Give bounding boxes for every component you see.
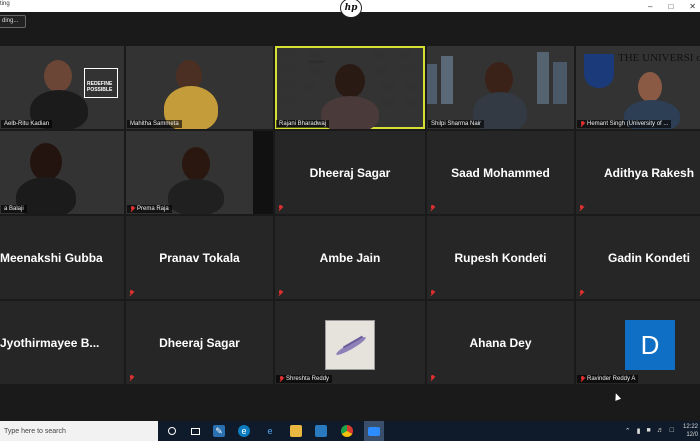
participant-tile[interactable]: Meenakshi Gubba	[0, 216, 124, 299]
zoom-meeting-window: ting – □ ✕ ding... hp REDEFINE POSSIBLE …	[0, 0, 700, 441]
close-icon[interactable]: ✕	[689, 2, 696, 11]
chrome-icon[interactable]	[341, 425, 353, 437]
muted-icon	[129, 375, 134, 381]
university-crest	[584, 54, 614, 88]
participant-name: Ambe Jain	[319, 250, 381, 265]
participant-name: Gadin Kondeti	[608, 250, 690, 265]
window-controls: – □ ✕	[648, 0, 696, 12]
participant-name: Adithya Rakesh	[604, 165, 695, 180]
language-icon[interactable]: □	[670, 427, 674, 435]
participant-tile[interactable]: Saad Mohammed	[427, 131, 574, 214]
muted-icon	[129, 290, 134, 296]
meeting-status-chip[interactable]: ding...	[0, 15, 26, 28]
network-icon[interactable]: ■	[647, 427, 651, 435]
participant-tile[interactable]: Ambe Jain	[275, 216, 425, 299]
muted-icon	[430, 290, 435, 296]
participant-name: Shilpi Sharma Nair	[428, 120, 485, 128]
participant-name: Ahana Dey	[469, 335, 532, 350]
participant-name: a Balaji	[1, 205, 27, 213]
participant-name: Pranav Tokala	[159, 250, 240, 265]
store-icon[interactable]	[315, 425, 327, 437]
participant-name: Meenakshi Gubba	[0, 250, 103, 265]
participant-tile[interactable]: Shreshta Reddy	[275, 301, 425, 384]
video-tile[interactable]: REDEFINE POSSIBLE Aelb-Ritu Kadian	[0, 46, 124, 129]
participant-tile[interactable]: Ahana Dey	[427, 301, 574, 384]
participant-tile[interactable]: Adithya Rakesh	[576, 131, 700, 214]
video-tile[interactable]: THE UNIVERSI of ADELAID Hemant Singh (Un…	[576, 46, 700, 129]
banner-text: REDEFINE POSSIBLE	[84, 68, 118, 98]
taskbar-clock[interactable]: 12:22 12/0	[683, 423, 698, 439]
participant-name: Saad Mohammed	[451, 165, 550, 180]
zoom-icon[interactable]	[364, 421, 384, 441]
participant-tile[interactable]: Jyothirmayee B...	[0, 301, 124, 384]
participant-name: Dheeraj Sagar	[159, 335, 240, 350]
profile-picture	[325, 320, 375, 370]
window-title: ting	[0, 1, 10, 7]
edge-icon[interactable]: e	[238, 425, 250, 437]
participant-tile[interactable]: Gadin Kondeti	[576, 216, 700, 299]
muted-icon	[579, 290, 584, 296]
video-tile[interactable]: a Balaji	[0, 131, 124, 214]
windows-taskbar: Type here to search ✎ e e ⌃ ▮ ■ ♬ □ 12:2…	[0, 421, 700, 441]
chevron-up-icon[interactable]: ⌃	[625, 427, 631, 435]
participant-name: Ravinder Reddy A	[577, 375, 639, 383]
video-tile[interactable]: Shilpi Sharma Nair	[427, 46, 574, 129]
file-explorer-icon[interactable]	[290, 425, 302, 437]
mouse-cursor	[612, 392, 622, 401]
system-tray: ⌃ ▮ ■ ♬ □	[625, 427, 674, 435]
battery-icon[interactable]: ▮	[637, 427, 641, 435]
volume-icon[interactable]: ♬	[657, 427, 664, 435]
minimize-icon[interactable]: –	[648, 2, 652, 11]
avatar: D	[625, 320, 675, 370]
backdrop-text: SYDNEY	[309, 59, 326, 64]
participant-name: Rupesh Kondeti	[454, 250, 547, 265]
participant-name: Hemant Singh (University of ...	[577, 120, 672, 128]
participant-name: Shreshta Reddy	[276, 375, 333, 383]
video-tile[interactable]: Mahitha Sammeta	[126, 46, 273, 129]
ie-icon[interactable]: e	[264, 425, 276, 437]
muted-icon	[278, 290, 283, 296]
participant-name: Dheeraj Sagar	[309, 165, 391, 180]
participant-tile[interactable]: Dheeraj Sagar	[126, 301, 273, 384]
muted-icon	[430, 375, 435, 381]
muted-icon	[430, 205, 435, 211]
cortana-icon[interactable]	[166, 425, 178, 437]
video-tile[interactable]: Prema Raja	[126, 131, 273, 214]
participant-name: Prema Raja	[127, 205, 172, 213]
maximize-icon[interactable]: □	[668, 2, 673, 11]
muted-icon	[579, 205, 584, 211]
participant-name: Jyothirmayee B...	[0, 335, 100, 350]
participant-name: Rajani Bharadwaj	[276, 120, 330, 128]
participant-tile[interactable]: Dheeraj Sagar	[275, 131, 425, 214]
backdrop-text: THE UNIVERSI of ADELAID	[618, 52, 700, 64]
muted-icon	[278, 205, 283, 211]
participant-tile[interactable]: Pranav Tokala	[126, 216, 273, 299]
participant-name: Mahitha Sammeta	[127, 120, 182, 128]
participant-tile[interactable]: D Ravinder Reddy A	[576, 301, 700, 384]
taskbar-search-input[interactable]: Type here to search	[0, 421, 158, 441]
participant-tile[interactable]: Rupesh Kondeti	[427, 216, 574, 299]
paint-icon[interactable]: ✎	[213, 425, 225, 437]
participant-name: Aelb-Ritu Kadian	[1, 120, 53, 128]
video-tile-active-speaker[interactable]: SYDNEY Rajani Bharadwaj	[275, 46, 425, 129]
task-view-icon[interactable]	[189, 425, 201, 437]
